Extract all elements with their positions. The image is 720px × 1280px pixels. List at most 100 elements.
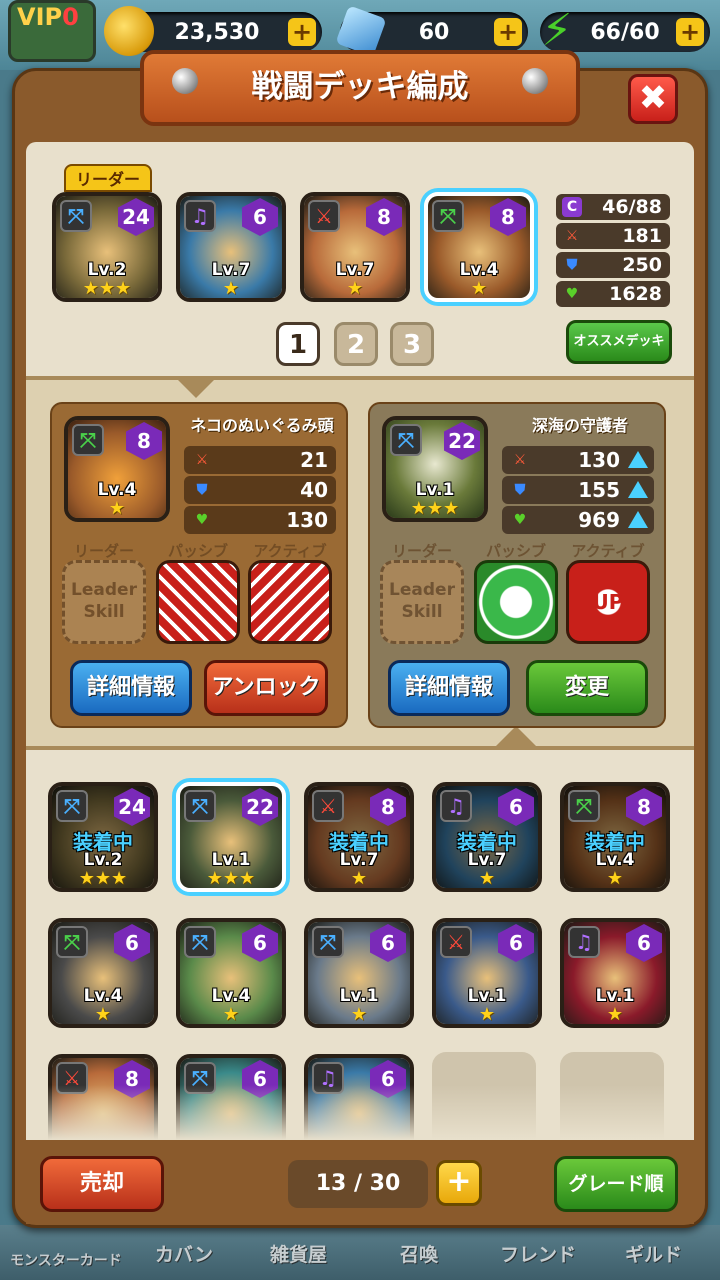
add-stamina-button[interactable]: + (676, 18, 704, 46)
element-icon: ♫ (184, 200, 216, 232)
deck-page-3[interactable]: 3 (390, 322, 434, 366)
card-level: Lv.1 (467, 986, 507, 1006)
passive-label: パッシブ (167, 542, 228, 560)
heart-icon: ♥ (565, 286, 579, 302)
bolt-right (522, 68, 548, 94)
sword-icon: ⚔ (565, 228, 579, 244)
passive-skill-icon[interactable] (156, 560, 240, 644)
card-level: Lv.7 (211, 260, 251, 280)
coin-icon (104, 6, 154, 56)
element-icon: ♫ (440, 790, 472, 822)
card-stars: ★ (478, 1004, 496, 1025)
deck-hp: ♥ 1628 (556, 281, 670, 307)
selection-pointer (174, 376, 218, 398)
active-skill-text: UP (592, 590, 624, 614)
card-attack: ⚔ 130 (502, 446, 654, 474)
bolt-left (172, 68, 198, 94)
nav-tab[interactable]: フレンド (500, 1240, 576, 1267)
leader-skill-slot[interactable]: Leader Skill (380, 560, 464, 644)
card-level: Lv.1 (415, 480, 455, 500)
nav-tab[interactable]: モンスターカード (10, 1250, 122, 1270)
card-level: Lv.4 (211, 986, 251, 1006)
shield-icon: ⛊ (196, 482, 208, 498)
active-skill-icon[interactable]: UP (566, 560, 650, 644)
deck-card-1[interactable]: ⤧ 24 Lv.2 ★★★ (52, 192, 162, 302)
deck-page-1[interactable]: 1 (276, 322, 320, 366)
card-level: Lv.7 (335, 260, 375, 280)
element-icon: ⤧ (432, 200, 464, 232)
inventory-card[interactable]: ⤧ 24 装着中 Lv.2 ★★★ (48, 782, 158, 892)
element-icon: ⤧ (390, 424, 422, 456)
nav-tab[interactable]: ギルド (625, 1240, 682, 1267)
inventory-card[interactable]: ⚔ 6 Lv.1 ★ (432, 918, 542, 1028)
card-hp: ♥ 130 (184, 506, 336, 534)
add-coins-button[interactable]: + (288, 18, 316, 46)
element-icon: ⤧ (56, 790, 88, 822)
active-label: アクティブ (253, 542, 327, 560)
details-button[interactable]: 詳細情報 (70, 660, 192, 716)
inventory-card[interactable]: ⚔ 8 装着中 Lv.7 ★ (304, 782, 414, 892)
card-level: Lv.2 (87, 260, 127, 280)
card-name: 深海の守護者 (531, 416, 628, 435)
increase-arrow-icon (628, 451, 648, 468)
card-stars: ★ (606, 868, 624, 889)
card-stars: ★ (222, 278, 240, 299)
active-label: アクティブ (571, 542, 645, 560)
active-skill-icon[interactable] (248, 560, 332, 644)
inventory-card[interactable]: ⤧ 6 Lv.1 ★ (304, 918, 414, 1028)
selection-pointer (494, 726, 538, 748)
details-button[interactable]: 詳細情報 (388, 660, 510, 716)
card-stars: ★ (94, 1004, 112, 1025)
card-attack: ⚔ 21 (184, 446, 336, 474)
sword-icon: ⚔ (513, 452, 527, 468)
nav-tab[interactable]: カバン (155, 1240, 213, 1267)
card-stars: ★ (478, 868, 496, 889)
inventory-card[interactable]: ♫ 6 Lv.1 ★ (560, 918, 670, 1028)
sword-icon: ⚔ (195, 452, 209, 468)
deck-card-4[interactable]: ⤧ 8 Lv.4 ★ (424, 192, 534, 302)
passive-skill-icon[interactable] (474, 560, 558, 644)
passive-label: パッシブ (485, 542, 546, 560)
change-button[interactable]: 変更 (526, 660, 648, 716)
inventory-card[interactable]: ⤧ 6 Lv.4 ★ (48, 918, 158, 1028)
add-gems-button[interactable]: + (494, 18, 522, 46)
heart-icon: ♥ (195, 512, 209, 528)
unlock-button[interactable]: アンロック (204, 660, 328, 716)
scroll-fade (26, 1085, 694, 1140)
lightning-icon: ⚡ (541, 5, 573, 56)
shield-icon: ⛊ (514, 482, 526, 498)
card-stars: ★★★ (82, 278, 132, 299)
nav-tab[interactable]: 雑貨屋 (270, 1240, 327, 1267)
vip-badge[interactable]: VIP0 (8, 0, 96, 62)
sort-by-grade-button[interactable]: グレード順 (554, 1156, 678, 1212)
nav-tab[interactable]: 召喚 (400, 1240, 438, 1267)
increase-arrow-icon (628, 481, 648, 498)
deck-attack: ⚔ 181 (556, 223, 670, 249)
deck-card-2[interactable]: ♫ 6 Lv.7 ★ (176, 192, 286, 302)
card-level: Lv.4 (459, 260, 499, 280)
detail-card-portrait[interactable]: ⤧ 22 Lv.1 ★★★ (382, 416, 488, 522)
leader-skill-slot[interactable]: Leader Skill (62, 560, 146, 644)
leader-label: リーダー (73, 542, 134, 560)
inventory-card[interactable]: ⤧ 8 装着中 Lv.4 ★ (560, 782, 670, 892)
expand-slots-button[interactable]: + (436, 1160, 482, 1206)
inventory-card[interactable]: ♫ 6 装着中 Lv.7 ★ (432, 782, 542, 892)
deck-page-2[interactable]: 2 (334, 322, 378, 366)
deck-card-3[interactable]: ⚔ 8 Lv.7 ★ (300, 192, 410, 302)
card-level: Lv.1 (595, 986, 635, 1006)
card-defense: ⛊ 40 (184, 476, 336, 504)
close-button[interactable]: ✖ (628, 74, 678, 124)
recommended-deck-button[interactable]: オススメデッキ (566, 320, 672, 364)
element-icon: ⚔ (308, 200, 340, 232)
element-icon: ⤧ (312, 926, 344, 958)
element-icon: ⤧ (568, 790, 600, 822)
element-icon: ⤧ (184, 790, 216, 822)
inventory-card[interactable]: ⤧ 6 Lv.4 ★ (176, 918, 286, 1028)
card-level: Lv.2 (83, 850, 123, 870)
sell-button[interactable]: 売却 (40, 1156, 164, 1212)
detail-card-portrait[interactable]: ⤧ 8 Lv.4 ★ (64, 416, 170, 522)
card-level: Lv.4 (97, 480, 137, 500)
inventory-card[interactable]: ⤧ 22 Lv.1 ★★★ (176, 782, 286, 892)
card-level: Lv.1 (211, 850, 251, 870)
leader-label: リーダー (391, 542, 452, 560)
